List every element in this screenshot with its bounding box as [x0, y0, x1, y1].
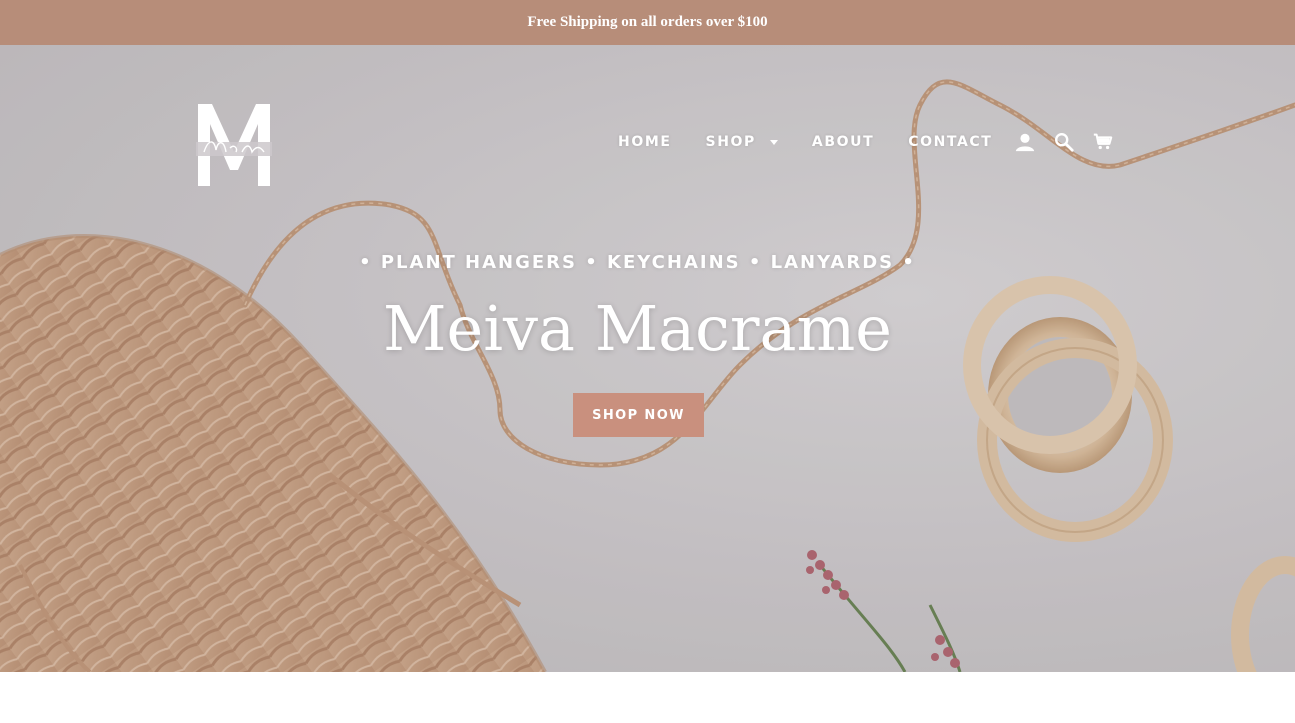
- announcement-bar: Free Shipping on all orders over $100: [0, 0, 1295, 45]
- nav-about-link[interactable]: ABOUT: [812, 134, 874, 150]
- nav-shop-label: SHOP: [705, 134, 756, 150]
- nav-contact-link[interactable]: CONTACT: [908, 134, 992, 150]
- hero-title: Meiva Macrame: [383, 292, 892, 365]
- search-icon[interactable]: [1053, 131, 1075, 153]
- shop-now-button[interactable]: SHOP NOW: [573, 393, 704, 437]
- nav-home-label: HOME: [618, 134, 672, 150]
- meiva-macrame-monogram-logo[interactable]: [190, 100, 278, 190]
- nav-home-link[interactable]: HOME: [618, 134, 672, 150]
- header-icons: [1014, 131, 1131, 153]
- nav-about-label: ABOUT: [811, 134, 875, 150]
- chevron-down-icon: [769, 139, 778, 145]
- nav-contact-label: CONTACT: [908, 134, 993, 150]
- announcement-text: Free Shipping on all orders over $100: [527, 14, 768, 30]
- hero-tagline: • PLANT HANGERS • KEYCHAINS • LANYARDS •: [359, 252, 916, 273]
- nav-shop-link[interactable]: SHOP: [706, 134, 778, 150]
- hero-banner: HOME SHOP ABOUT CONTACT • PLANT HANGERS …: [0, 45, 1295, 672]
- account-icon[interactable]: [1014, 131, 1036, 153]
- main-navigation: HOME SHOP ABOUT CONTACT: [618, 131, 1131, 153]
- cart-icon[interactable]: [1092, 131, 1114, 153]
